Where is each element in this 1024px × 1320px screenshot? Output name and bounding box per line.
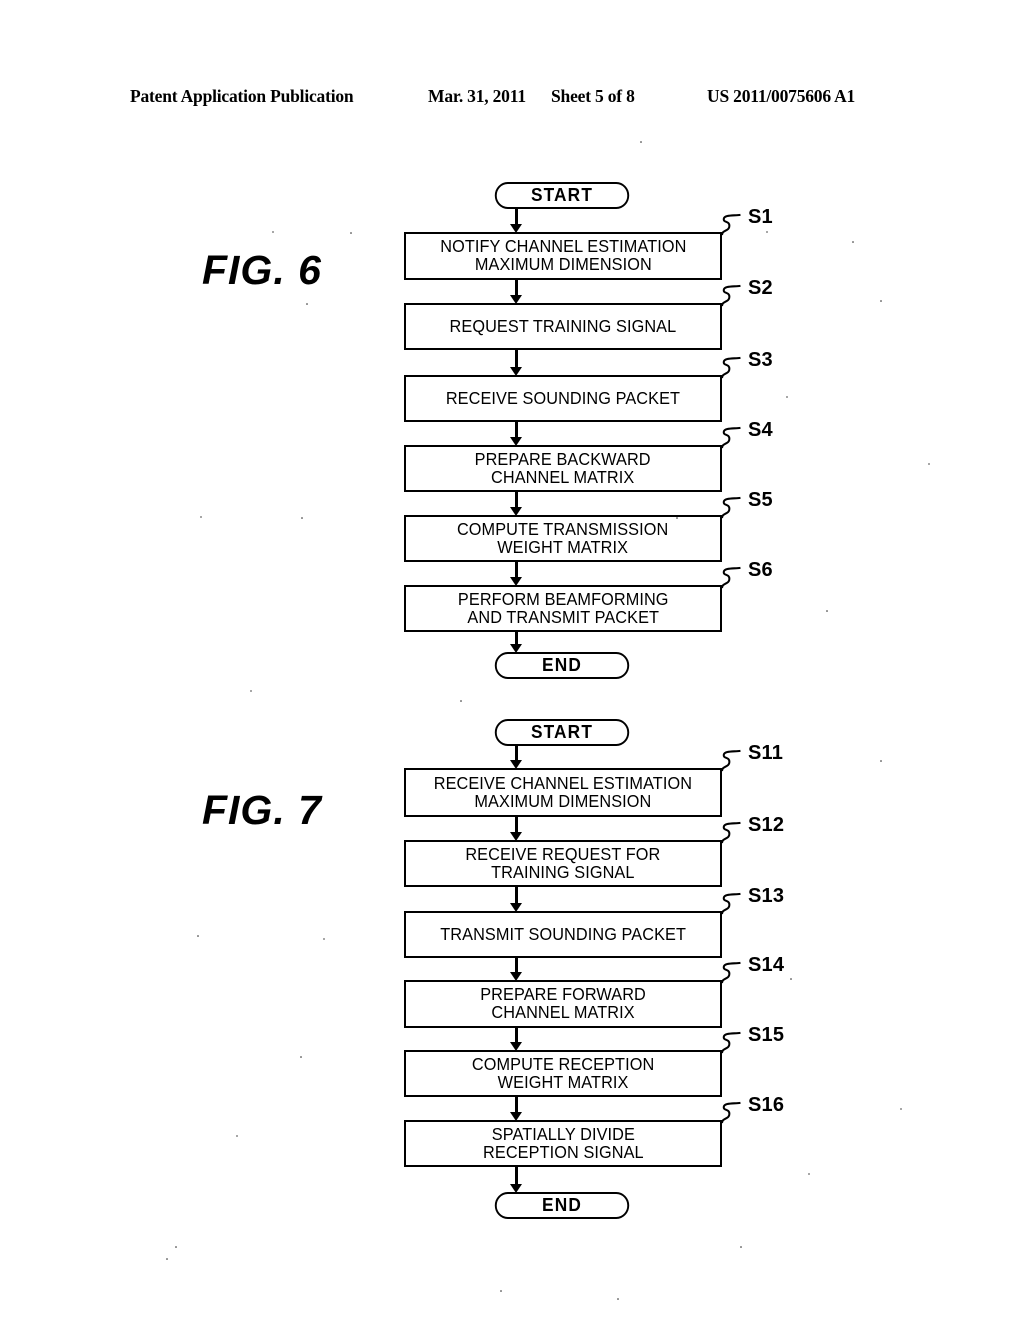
scan-speckle — [826, 610, 828, 612]
connector-line — [515, 1167, 518, 1184]
process-box-s15: COMPUTE RECEPTION WEIGHT MATRIX — [404, 1050, 722, 1097]
scan-speckle — [766, 231, 768, 233]
scan-speckle — [272, 231, 274, 233]
scan-speckle — [323, 938, 325, 940]
scan-speckle — [197, 935, 199, 937]
scan-speckle — [236, 1135, 238, 1137]
process-box-label: RECEIVE CHANNEL ESTIMATION MAXIMUM DIMEN… — [433, 772, 693, 811]
scan-speckle — [306, 303, 308, 305]
process-box-s16: SPATIALLY DIVIDE RECEPTION SIGNAL — [404, 1120, 722, 1167]
terminator-label: END — [542, 1195, 582, 1215]
scan-speckle — [928, 463, 930, 465]
scan-speckle — [880, 760, 882, 762]
connector-line — [515, 1097, 518, 1112]
scan-speckle — [617, 1298, 619, 1300]
step-ref-lead-line — [720, 749, 741, 772]
scan-speckle — [790, 978, 792, 980]
process-box-label: COMPUTE RECEPTION WEIGHT MATRIX — [471, 1053, 655, 1092]
process-box-s13: TRANSMIT SOUNDING PACKET — [404, 911, 722, 958]
step-reference-label: S15 — [748, 1024, 785, 1046]
process-box-label: SPATIALLY DIVIDE RECEPTION SIGNAL — [482, 1123, 644, 1162]
scan-speckle — [301, 517, 303, 519]
scan-speckle — [786, 396, 788, 398]
connector-line — [515, 887, 518, 903]
process-box-label: TRANSMIT SOUNDING PACKET — [440, 923, 686, 944]
step-ref-lead-line — [720, 1031, 741, 1054]
end-terminator: END — [494, 1192, 630, 1219]
scan-speckle — [900, 1108, 902, 1110]
scan-speckle — [640, 141, 642, 143]
step-reference-label: S16 — [748, 1094, 785, 1116]
process-box-s14: PREPARE FORWARD CHANNEL MATRIX — [404, 980, 722, 1028]
scan-speckle — [852, 241, 854, 243]
scan-speckle — [250, 690, 252, 692]
step-ref-lead-line — [720, 821, 741, 844]
step-ref-lead-line — [720, 961, 741, 984]
step-reference-label: S13 — [748, 885, 785, 907]
scan-speckle — [200, 516, 202, 518]
scan-speckle — [880, 300, 882, 302]
scan-speckle — [300, 1056, 302, 1058]
scan-speckle — [350, 232, 352, 234]
connector-line — [515, 746, 518, 760]
scan-speckle — [460, 700, 462, 702]
process-box-label: PREPARE FORWARD CHANNEL MATRIX — [480, 984, 646, 1022]
scan-speckle — [740, 1246, 742, 1248]
step-reference-label: S12 — [748, 814, 785, 836]
scan-speckle — [175, 1246, 177, 1248]
scan-speckle — [500, 1290, 502, 1292]
process-box-label: RECEIVE REQUEST FOR TRAINING SIGNAL — [465, 843, 661, 882]
scan-speckle — [808, 1173, 810, 1175]
step-reference-label: S14 — [748, 954, 785, 976]
process-box-s12: RECEIVE REQUEST FOR TRAINING SIGNAL — [404, 840, 722, 887]
flowchart-fig7: START RECEIVE CHANNEL ESTIMATION MAXIMUM … — [0, 0, 1024, 1240]
connector-line — [515, 1028, 518, 1042]
step-ref-lead-line — [720, 892, 741, 915]
process-box-s11: RECEIVE CHANNEL ESTIMATION MAXIMUM DIMEN… — [404, 768, 722, 817]
scan-speckle — [676, 517, 678, 519]
terminator-label: START — [530, 722, 594, 742]
step-ref-lead-line — [720, 1101, 741, 1124]
scan-speckle — [166, 1258, 168, 1260]
start-terminator: START — [494, 719, 630, 746]
connector-line — [515, 817, 518, 832]
connector-line — [515, 958, 518, 972]
step-reference-label: S11 — [748, 742, 784, 764]
